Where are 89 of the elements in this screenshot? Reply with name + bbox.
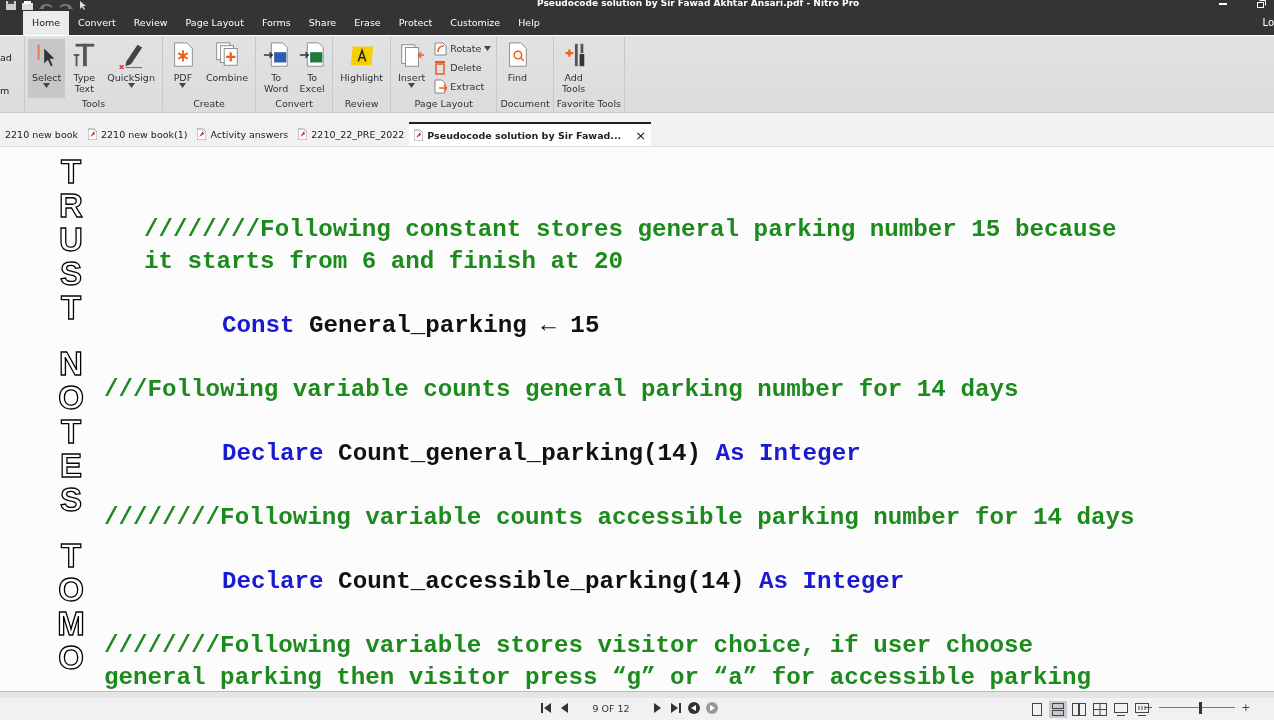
- undo-icon[interactable]: [39, 1, 53, 10]
- caret-icon: [43, 83, 51, 88]
- save-icon[interactable]: [6, 1, 16, 10]
- ribbon-button[interactable]: To Excel: [295, 39, 330, 98]
- window-title: Pseudocode solution by Sir Fawad Akhtar Ansari.pdf - Nitro Pro: [537, 0, 860, 9]
- code-line: Declare Count_accessible_parking(14) As Integer: [221, 567, 905, 597]
- ribbon-tab[interactable]: Erase: [345, 11, 390, 35]
- group-label: Tools: [80, 98, 107, 111]
- extract-icon: [433, 78, 448, 94]
- document-tab[interactable]: Activity answers: [192, 122, 294, 146]
- two-pages-icon[interactable]: [1071, 702, 1087, 717]
- documents-icon: [398, 41, 425, 69]
- rotate-icon: [433, 40, 448, 56]
- ribbon-button[interactable]: ad: [0, 52, 24, 63]
- ribbon-button[interactable]: Highlight: [336, 39, 388, 98]
- printer-icon[interactable]: [22, 1, 33, 10]
- ribbon-button[interactable]: Find: [500, 39, 535, 98]
- restore-icon[interactable]: [1257, 0, 1266, 8]
- code-comment: ////////Following variable stores visitor choice, if user choose: [104, 631, 1033, 661]
- pdf-file-icon: [88, 128, 97, 140]
- continuous-pages-icon[interactable]: [1050, 702, 1066, 717]
- document-arrow-icon: [299, 41, 326, 69]
- ribbon-button[interactable]: Extract: [431, 77, 494, 95]
- screen-icon[interactable]: [1113, 702, 1129, 717]
- vertical-heading: TOMO: [56, 538, 86, 675]
- ribbon-tab[interactable]: Help: [509, 11, 549, 35]
- code-comment: general parking then visitor press “g” or “a” for accessible parking: [104, 663, 1091, 691]
- pdf-file-icon: [298, 128, 308, 140]
- caret-icon: [408, 83, 416, 88]
- ribbon-tab[interactable]: Customize: [441, 11, 510, 35]
- scrollbar[interactable]: [0, 691, 1274, 698]
- group-label: Document: [500, 98, 550, 111]
- close-icon[interactable]: ×: [635, 127, 647, 143]
- ribbon-button[interactable]: Add Tools: [556, 39, 591, 98]
- ribbon-tab[interactable]: Protect: [389, 11, 442, 35]
- slider-thumb[interactable]: [1199, 701, 1203, 714]
- ribbon-button[interactable]: Insert: [394, 39, 430, 98]
- zoom-in-button[interactable]: +: [1241, 701, 1251, 714]
- ribbon-tab[interactable]: Convert: [69, 11, 125, 35]
- back-icon[interactable]: [688, 702, 700, 714]
- vertical-heading: NOTES: [57, 346, 85, 517]
- redo-icon[interactable]: [59, 1, 73, 10]
- caret-icon: [127, 83, 135, 88]
- ribbon-button[interactable]: Combine: [201, 39, 253, 98]
- document-tab[interactable]: 2210 new book: [0, 122, 83, 146]
- single-page-icon[interactable]: [1029, 702, 1045, 717]
- ribbon-button[interactable]: To Word: [259, 39, 294, 98]
- pdf-file-icon: [414, 129, 424, 141]
- group-label: Review: [343, 98, 380, 111]
- code-comment: ////////Following constant stores general parking number 15 because: [144, 215, 1117, 245]
- minimize-icon[interactable]: [1219, 0, 1227, 6]
- documents-icon: [214, 41, 241, 69]
- group-label: Create: [192, 98, 226, 111]
- ribbon-tab[interactable]: Review: [124, 11, 177, 35]
- ribbon-button[interactable]: QuickSign: [103, 39, 159, 98]
- screen-icon[interactable]: [1134, 702, 1150, 717]
- ribbon-tab[interactable]: Home: [23, 11, 70, 35]
- caret-icon: [179, 83, 187, 88]
- ribbon-tab[interactable]: Page Layout: [176, 11, 253, 35]
- forward-icon[interactable]: [706, 702, 718, 714]
- document-tab[interactable]: 2210 new book(1): [83, 122, 193, 146]
- document-tab[interactable]: Pseudocode solution by Sir Fawad... ×: [409, 122, 652, 146]
- vertical-heading: TRUST: [58, 155, 84, 325]
- trash-icon: [433, 59, 448, 75]
- ribbon-button[interactable]: Delete: [431, 58, 494, 76]
- code-comment: it starts from 6 and finish at 20: [144, 247, 623, 277]
- ribbon-button[interactable]: Type Text: [67, 39, 102, 98]
- document-tab[interactable]: 2210_22_PRE_2022: [293, 122, 410, 146]
- first-page-icon[interactable]: [540, 702, 552, 714]
- pdf-file-icon: [197, 128, 207, 140]
- group-label: Page Layout: [413, 98, 474, 111]
- group-label: Favorite Tools: [556, 98, 621, 111]
- login-link[interactable]: Lo: [1262, 17, 1274, 28]
- ribbon-button[interactable]: m: [0, 85, 24, 96]
- code-line: Declare Count_general_parking(14) As Integer: [221, 439, 861, 469]
- ribbon-button[interactable]: Rotate: [431, 39, 494, 57]
- ribbon-tab[interactable]: Share: [299, 11, 346, 35]
- document-arrow-icon: [263, 41, 290, 69]
- last-page-icon[interactable]: [670, 702, 682, 714]
- page-number: 9 OF 12: [591, 702, 631, 714]
- ribbon-button[interactable]: PDF: [165, 39, 200, 98]
- code-line: Const General_parking ← 15: [221, 311, 600, 341]
- grid-pages-icon[interactable]: [1092, 702, 1108, 717]
- code-comment: ///Following variable counts general parking number for 14 days: [104, 375, 1019, 405]
- ribbon-button[interactable]: Select: [28, 39, 66, 98]
- code-comment: ////////Following variable counts accessible parking number for 14 days: [104, 503, 1135, 533]
- caret-icon: [484, 45, 492, 51]
- group-label: Convert: [274, 98, 314, 111]
- ribbon-tab[interactable]: Forms: [252, 11, 300, 35]
